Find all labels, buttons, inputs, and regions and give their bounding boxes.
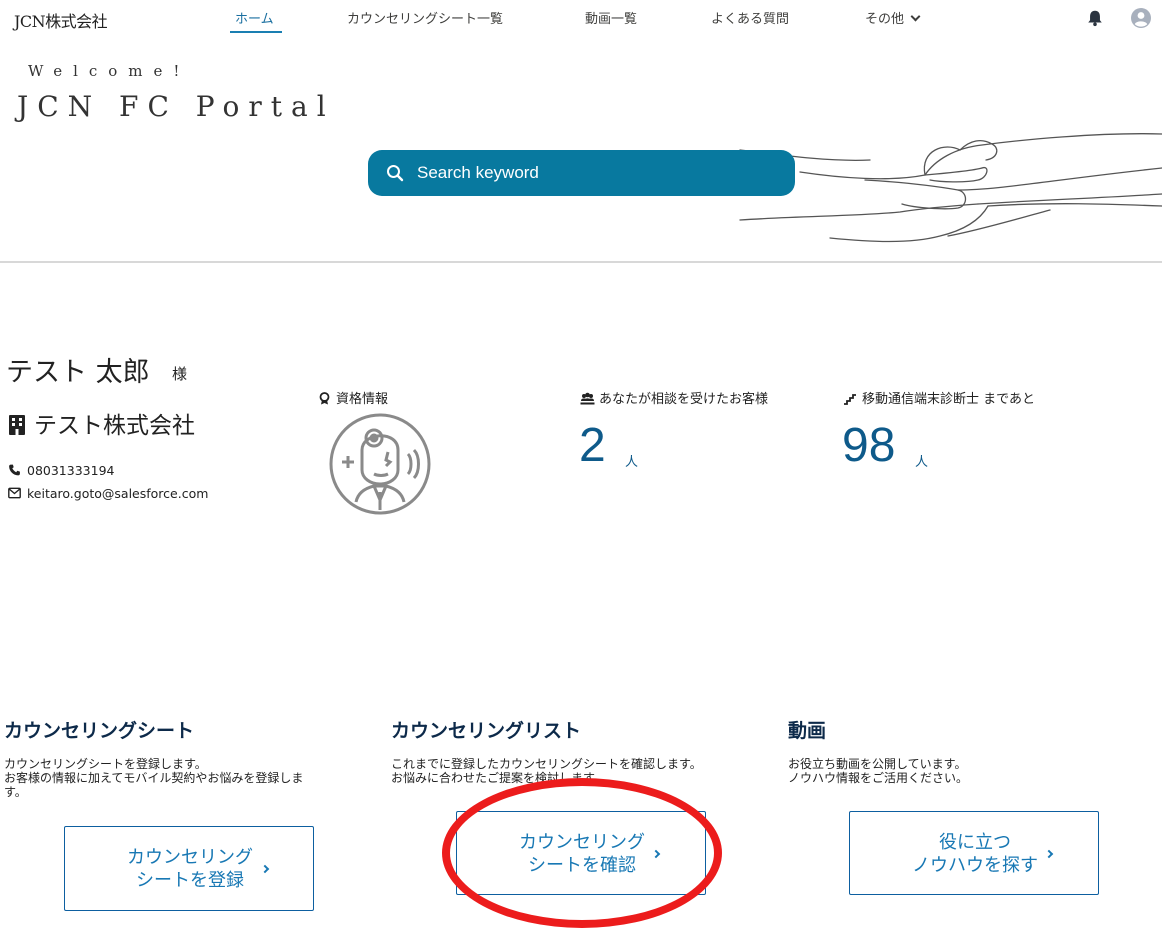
consulted-unit: 人 bbox=[625, 455, 639, 470]
consulted-label-row: あなたが相談を受けたお客様 bbox=[580, 388, 768, 407]
company-name: テスト株式会社 bbox=[34, 413, 195, 439]
certification-badge-icon bbox=[329, 413, 431, 515]
bell-icon[interactable] bbox=[1086, 9, 1104, 27]
certification-label-row: 資格情報 bbox=[317, 388, 388, 407]
card-title-counseling-sheet: カウンセリングシート bbox=[4, 720, 195, 742]
button-label: 役に立つ ノウハウを探す bbox=[850, 831, 1100, 877]
button-label-line: カウンセリング bbox=[127, 847, 253, 868]
button-label-line: シートを登録 bbox=[136, 870, 244, 891]
remaining-label: 移動通信端末診断士 まであと bbox=[862, 392, 1036, 407]
certification-label: 資格情報 bbox=[336, 392, 389, 407]
phone-number: 08031333194 bbox=[27, 463, 115, 478]
portal-title: JCN FC Portal bbox=[17, 90, 335, 123]
button-label-line: ノウハウを探す bbox=[912, 855, 1038, 876]
card-desc-line: ノウハウ情報をご活用ください。 bbox=[788, 771, 969, 785]
card-desc-line: お客様の情報に加えてモバイル契約やお悩みを登録しま bbox=[4, 771, 304, 785]
card-desc-counseling-list: これまでに登録したカウンセリングシートを確認します。 お悩みに合わせたご提案を検… bbox=[391, 757, 702, 785]
nav-counseling-sheet-list[interactable]: カウンセリングシート一覧 bbox=[347, 8, 503, 27]
user-name: テスト 太郎 bbox=[6, 357, 150, 388]
consulted-count: 2 bbox=[579, 419, 606, 472]
button-label-line: カウンセリング bbox=[519, 832, 645, 853]
card-desc-counseling-sheet: カウンセリングシートを登録します。 お客様の情報に加えてモバイル契約やお悩みを登… bbox=[4, 757, 303, 799]
building-icon bbox=[9, 415, 25, 435]
card-title-videos: 動画 bbox=[788, 720, 827, 742]
phone-row: 08031333194 bbox=[8, 463, 114, 478]
nav-home[interactable]: ホーム bbox=[235, 8, 274, 27]
button-label-line: シートを確認 bbox=[528, 855, 636, 876]
search-input[interactable]: Search keyword bbox=[368, 150, 795, 196]
card-title-counseling-list: カウンセリングリスト bbox=[391, 720, 582, 742]
card-desc-line: お悩みに合わせたご提案を検討します。 bbox=[391, 771, 606, 785]
remaining-count: 98 bbox=[842, 419, 896, 472]
view-counseling-sheets-button[interactable]: カウンセリング シートを確認 bbox=[456, 811, 706, 895]
remaining-label-row: 移動通信端末診断士 まであと bbox=[843, 388, 1035, 407]
company-name-row: テスト株式会社 bbox=[8, 406, 195, 440]
card-desc-line: お役立ち動画を公開しています。 bbox=[788, 757, 967, 771]
nav-more[interactable]: その他 bbox=[865, 8, 921, 27]
card-desc-line: これまでに登録したカウンセリングシートを確認します。 bbox=[391, 757, 702, 771]
mail-icon bbox=[8, 487, 21, 499]
card-desc-line: す。 bbox=[4, 785, 27, 799]
top-navigation: ホーム カウンセリングシート一覧 動画一覧 よくある質問 その他 bbox=[0, 0, 1162, 36]
remaining-unit: 人 bbox=[915, 455, 929, 470]
register-counseling-sheet-button[interactable]: カウンセリング シートを登録 bbox=[64, 826, 314, 911]
award-icon bbox=[319, 392, 330, 405]
nav-more-label: その他 bbox=[865, 12, 905, 27]
consulted-label: あなたが相談を受けたお客様 bbox=[599, 392, 769, 407]
chevron-down-icon bbox=[910, 11, 921, 22]
people-icon bbox=[580, 392, 595, 405]
user-honorific: 様 bbox=[172, 365, 188, 383]
card-desc-videos: お役立ち動画を公開しています。 ノウハウ情報をご活用ください。 bbox=[788, 757, 968, 785]
button-label-line: 役に立つ bbox=[939, 832, 1011, 853]
nav-video-list[interactable]: 動画一覧 bbox=[585, 8, 637, 27]
button-label: カウンセリング シートを確認 bbox=[457, 831, 707, 877]
stairs-icon bbox=[844, 394, 856, 405]
email-row: keitaro.goto@salesforce.com bbox=[8, 486, 208, 501]
button-label: カウンセリング シートを登録 bbox=[65, 846, 315, 892]
user-avatar-icon[interactable] bbox=[1131, 8, 1151, 28]
email-address: keitaro.goto@salesforce.com bbox=[27, 486, 209, 501]
hero-divider bbox=[0, 261, 1162, 263]
find-knowhow-button[interactable]: 役に立つ ノウハウを探す bbox=[849, 811, 1099, 895]
active-tab-indicator bbox=[230, 31, 282, 33]
welcome-text: Welcome! bbox=[28, 62, 191, 80]
phone-icon bbox=[9, 464, 20, 476]
card-desc-line: カウンセリングシートを登録します。 bbox=[4, 757, 207, 771]
search-placeholder: Search keyword bbox=[417, 163, 539, 182]
nav-faq[interactable]: よくある質問 bbox=[711, 8, 789, 27]
search-icon bbox=[387, 165, 404, 182]
